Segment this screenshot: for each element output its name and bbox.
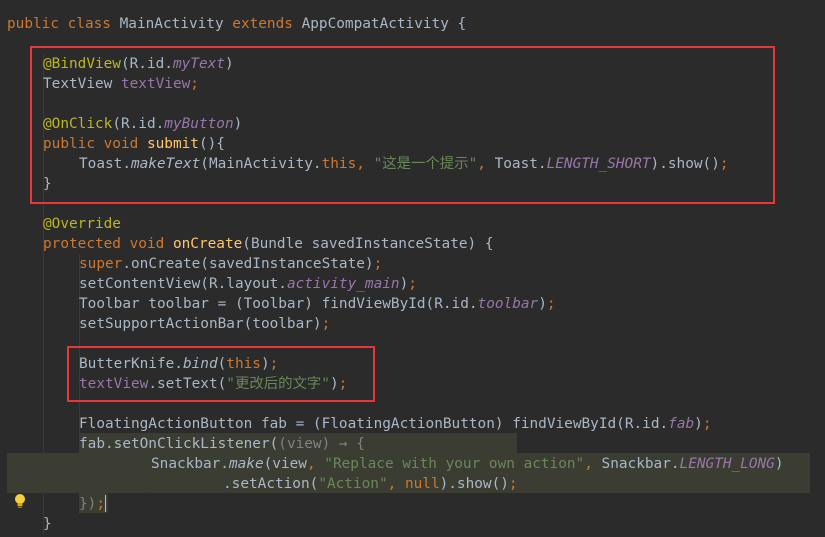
code-line-text: FloatingActionButton fab = (FloatingActi… — [79, 414, 712, 434]
code-token: , — [584, 456, 602, 472]
code-line-text: } — [43, 514, 52, 534]
code-token: onCreate — [172, 236, 243, 252]
code-line[interactable]: }); — [0, 494, 825, 514]
code-token: ; — [408, 276, 417, 292]
code-token: , — [306, 456, 325, 472]
code-editor[interactable]: public class MainActivity extends AppCom… — [0, 0, 825, 537]
code-token: ; — [321, 316, 331, 332]
code-token: AppCompatActivity { — [301, 16, 467, 32]
code-token: , — [387, 476, 405, 492]
code-token: } — [43, 516, 52, 532]
code-line-text: Snackbar.make(view, "Replace with your o… — [151, 454, 784, 474]
code-token: ) — [399, 276, 409, 292]
code-line-text: protected void onCreate(Bundle savedInst… — [43, 234, 494, 254]
code-token: .setAction( — [223, 476, 319, 492]
code-token: toolbar — [477, 296, 539, 312]
lightbulb-icon[interactable] — [13, 493, 27, 509]
code-token: protected void — [43, 236, 173, 252]
code-token: ; — [702, 416, 712, 432]
code-token: setSupportActionBar(toolbar) — [79, 316, 322, 332]
code-line-text: .setAction("Action", null).show(); — [223, 474, 518, 494]
code-token: MainActivity — [119, 16, 233, 32]
code-token: Snackbar. — [601, 456, 680, 472]
code-line[interactable]: super.onCreate(savedInstanceState); — [0, 254, 825, 274]
code-line[interactable]: .setAction("Action", null).show(); — [0, 474, 825, 494]
butterknife-bind-highlight-box — [67, 346, 375, 402]
code-token: null — [404, 476, 440, 492]
code-token: @Override — [43, 216, 121, 232]
code-token: extends — [232, 16, 302, 32]
code-line-text: public class MainActivity extends AppCom… — [7, 14, 466, 34]
code-line-text: setSupportActionBar(toolbar); — [79, 314, 330, 334]
code-line-text: super.onCreate(savedInstanceState); — [79, 254, 382, 274]
code-token: make — [228, 456, 264, 472]
code-token: "Replace with your own action" — [324, 456, 585, 472]
code-token: .onCreate(savedInstanceState) — [122, 256, 374, 272]
code-token: ; — [546, 296, 556, 312]
code-token: ) — [538, 296, 547, 312]
code-token: public class — [7, 16, 120, 32]
code-line[interactable]: setContentView(R.layout.activity_main); — [0, 274, 825, 294]
code-token: ; — [96, 496, 105, 512]
code-token: ) — [694, 416, 703, 432]
field-and-onclick-highlight-box — [30, 46, 775, 204]
code-line[interactable]: } — [0, 514, 825, 534]
code-token: Toolbar toolbar = (Toolbar) findViewById… — [79, 296, 478, 312]
code-token: ; — [508, 476, 518, 492]
code-line-text: setContentView(R.layout.activity_main); — [79, 274, 417, 294]
code-line-text: Toolbar toolbar = (Toolbar) findViewById… — [79, 294, 556, 314]
code-line[interactable]: public class MainActivity extends AppCom… — [0, 14, 825, 34]
code-line-text: }); — [79, 494, 105, 514]
code-token: (Bundle savedInstanceState) { — [242, 236, 494, 252]
code-token: activity_main — [286, 276, 400, 292]
code-line[interactable]: protected void onCreate(Bundle savedInst… — [0, 234, 825, 254]
code-token: ; — [373, 256, 383, 272]
code-line[interactable]: Toolbar toolbar = (Toolbar) findViewById… — [0, 294, 825, 314]
code-token: fab — [668, 416, 695, 432]
code-token: "Action" — [318, 476, 388, 492]
code-line[interactable]: Snackbar.make(view, "Replace with your o… — [0, 454, 825, 474]
code-token: (view) → { — [278, 436, 365, 452]
code-token: }) — [79, 496, 97, 512]
code-token: Snackbar. — [151, 456, 229, 472]
code-token: fab.setOnClickListener( — [79, 436, 279, 452]
code-token: ).show() — [439, 476, 509, 492]
code-token: FloatingActionButton fab = (FloatingActi… — [79, 416, 669, 432]
code-line-text: @Override — [43, 214, 121, 234]
text-caret — [105, 495, 106, 512]
code-line-text: fab.setOnClickListener((view) → { — [79, 434, 365, 454]
code-token: (view — [263, 456, 307, 472]
code-token: ) — [774, 456, 784, 472]
code-line[interactable]: @Override — [0, 214, 825, 234]
code-token: LENGTH_LONG — [679, 456, 775, 472]
code-line[interactable]: FloatingActionButton fab = (FloatingActi… — [0, 414, 825, 434]
code-token: super — [79, 256, 123, 272]
code-line[interactable]: setSupportActionBar(toolbar); — [0, 314, 825, 334]
code-line[interactable]: fab.setOnClickListener((view) → { — [0, 434, 825, 454]
code-token: setContentView(R.layout. — [79, 276, 287, 292]
